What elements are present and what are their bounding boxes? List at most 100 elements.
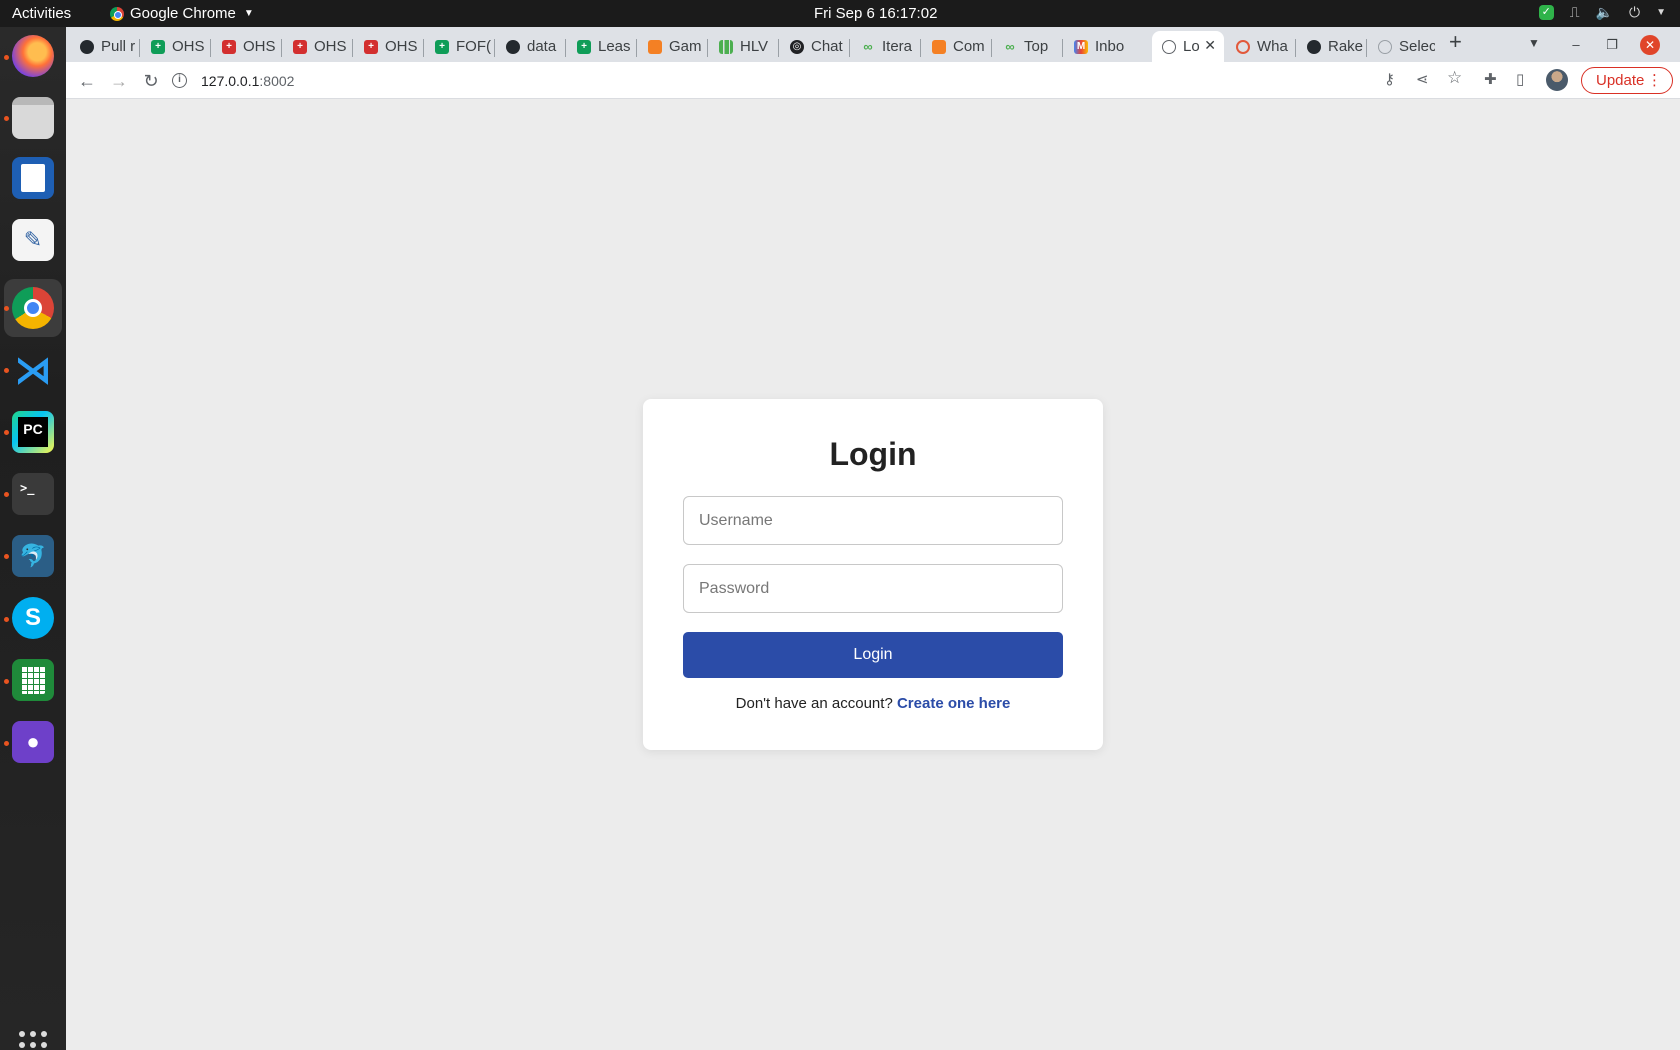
tab[interactable]: HLV xyxy=(709,31,776,62)
address-bar[interactable]: i 127.0.0.1:8002 xyxy=(172,66,1462,95)
volume-icon[interactable]: 🔈 xyxy=(1596,4,1613,21)
tab[interactable]: Rake xyxy=(1297,31,1364,62)
tab-label: data xyxy=(527,38,557,55)
close-tab-icon[interactable]: ✕ xyxy=(1204,37,1216,54)
chrome-icon[interactable] xyxy=(12,287,54,329)
tab-label: OHS xyxy=(314,38,347,55)
tab-label: Pull r xyxy=(101,38,136,55)
tab-label: Leas xyxy=(598,38,631,55)
tab-label: Rake xyxy=(1328,38,1364,55)
tab-label: OHS xyxy=(243,38,276,55)
tab[interactable]: Com xyxy=(922,31,989,62)
network-icon[interactable]: ⎍ xyxy=(1570,4,1580,21)
tab-separator xyxy=(210,39,211,57)
running-indicator xyxy=(4,679,9,684)
window-close-icon[interactable]: ✕ xyxy=(1640,35,1660,55)
tab-separator xyxy=(1366,39,1367,57)
tab[interactable]: ∞ Top xyxy=(993,31,1060,62)
tab-search-chevron-icon[interactable]: ▼ xyxy=(1528,36,1540,50)
tab[interactable]: + OHS xyxy=(354,31,421,62)
tab[interactable]: + FOF( xyxy=(425,31,492,62)
calc-icon[interactable] xyxy=(12,659,54,701)
tab[interactable]: ∞ Itera xyxy=(851,31,918,62)
writer-icon[interactable] xyxy=(12,157,54,199)
tab[interactable]: M Inbo xyxy=(1064,31,1131,62)
text-editor-icon[interactable]: ✎ xyxy=(12,219,54,261)
system-tray[interactable]: ✓ ⎍ 🔈 ⏻ ▼ xyxy=(1538,4,1666,21)
update-button[interactable]: Update ⋮ xyxy=(1581,67,1673,94)
chevron-down-icon[interactable]: ▼ xyxy=(1656,7,1666,18)
tab-separator xyxy=(778,39,779,57)
tab-label: Top xyxy=(1024,38,1049,55)
tab-separator xyxy=(1062,39,1063,57)
tab[interactable]: + Leas xyxy=(567,31,634,62)
tab[interactable]: Wha xyxy=(1226,31,1293,62)
power-icon[interactable]: ⏻ xyxy=(1629,4,1640,21)
firefox-icon[interactable] xyxy=(12,35,54,77)
forward-arrow-icon[interactable]: → xyxy=(106,68,132,94)
app-menu[interactable]: Google Chrome ▼ xyxy=(110,5,254,22)
password-input[interactable] xyxy=(683,564,1063,613)
tab-label: Selec xyxy=(1399,38,1435,55)
security-shield-icon[interactable]: ✓ xyxy=(1538,5,1554,20)
tab[interactable]: + OHS xyxy=(212,31,279,62)
tab[interactable]: data xyxy=(496,31,563,62)
running-indicator xyxy=(4,306,9,311)
site-info-icon[interactable]: i xyxy=(172,73,187,88)
password-key-icon[interactable]: ⚷ xyxy=(1384,70,1395,88)
tab[interactable]: Selec xyxy=(1368,31,1435,62)
skype-icon[interactable]: S xyxy=(12,597,54,639)
activities-button[interactable]: Activities xyxy=(12,5,71,22)
vscode-icon[interactable]: ⋊ xyxy=(12,349,54,392)
chrome-mini-icon xyxy=(110,6,124,21)
login-button[interactable]: Login xyxy=(683,632,1063,678)
extensions-puzzle-icon[interactable]: ✚ xyxy=(1484,70,1497,88)
running-indicator xyxy=(4,55,9,60)
tab-active[interactable]: Lo ✕ xyxy=(1152,31,1224,62)
tab[interactable]: Pull r xyxy=(70,31,137,62)
sheets-favicon-icon: + xyxy=(151,39,165,54)
tab-separator xyxy=(1295,39,1296,57)
maximize-icon[interactable]: ❐ xyxy=(1602,35,1622,55)
running-indicator xyxy=(4,430,9,435)
red-favicon-icon: + xyxy=(222,39,236,54)
files-icon[interactable] xyxy=(12,97,54,139)
globe-favicon-icon xyxy=(1378,39,1392,54)
running-indicator xyxy=(4,554,9,559)
username-input[interactable] xyxy=(683,496,1063,545)
create-account-link[interactable]: Create one here xyxy=(897,695,1010,712)
running-indicator xyxy=(4,617,9,622)
app-menu-label: Google Chrome xyxy=(130,5,236,22)
red-favicon-icon: + xyxy=(364,39,378,54)
terminal-glyph: >_ xyxy=(20,481,35,495)
back-arrow-icon[interactable]: ← xyxy=(74,68,100,94)
tab-separator xyxy=(565,39,566,57)
minimize-icon[interactable]: – xyxy=(1566,35,1586,55)
sheets-favicon-icon: + xyxy=(577,39,591,54)
show-apps-icon[interactable] xyxy=(19,1031,47,1050)
github-desktop-icon[interactable]: ● xyxy=(12,721,54,763)
profile-avatar[interactable] xyxy=(1546,69,1568,91)
login-title: Login xyxy=(829,436,917,472)
mysql-workbench-icon[interactable]: 🐬 xyxy=(12,535,54,577)
terminal-icon[interactable]: >_ xyxy=(12,473,54,515)
side-panel-icon[interactable]: ▯ xyxy=(1516,70,1524,88)
system-top-bar: Activities Google Chrome ▼ Fri Sep 6 16:… xyxy=(0,0,1680,27)
orange-favicon-icon xyxy=(932,39,946,54)
tab[interactable]: ◎ Chat xyxy=(780,31,847,62)
pycharm-icon[interactable]: PC xyxy=(12,411,54,453)
more-menu-icon[interactable]: ⋮ xyxy=(1647,71,1662,89)
pycharm-glyph: PC xyxy=(18,417,48,447)
url-host: 127.0.0.1 xyxy=(201,72,260,89)
link-favicon-icon: ∞ xyxy=(863,39,873,54)
tab[interactable]: + OHS xyxy=(283,31,350,62)
reload-icon[interactable]: ↻ xyxy=(138,68,164,94)
new-tab-icon[interactable]: + xyxy=(1449,29,1462,55)
link-favicon-icon: ∞ xyxy=(1005,39,1015,54)
clock[interactable]: Fri Sep 6 16:17:02 xyxy=(814,5,937,22)
sheets-favicon-icon: + xyxy=(435,39,449,54)
share-icon[interactable]: ⋖ xyxy=(1416,70,1429,88)
bookmark-star-icon[interactable]: ☆ xyxy=(1447,68,1462,88)
tab[interactable]: Gam xyxy=(638,31,705,62)
tab[interactable]: + OHS xyxy=(141,31,208,62)
